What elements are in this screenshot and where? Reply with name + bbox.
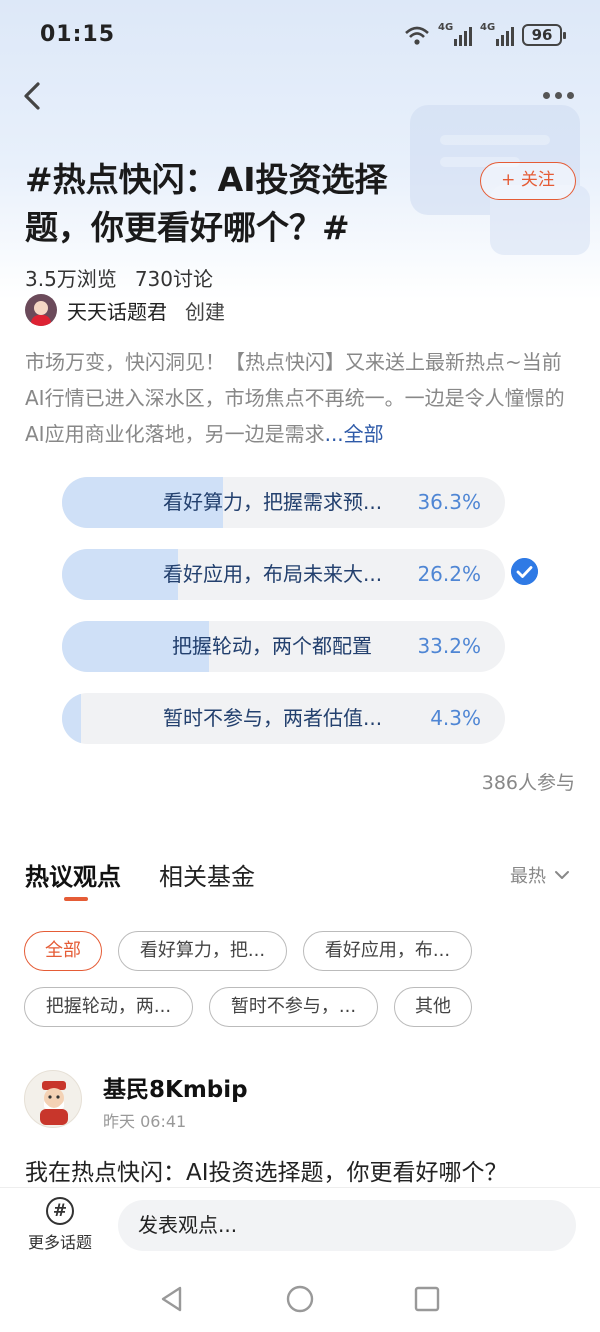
poll-option-label: 把握轮动，两个都配置 bbox=[172, 634, 372, 658]
poll-option[interactable]: 看好算力，把握需求预... 36.3% bbox=[62, 477, 505, 528]
cellular-signal-icon: 4G bbox=[438, 22, 472, 46]
poll-option-percent: 36.3% bbox=[417, 490, 481, 514]
status-bar: 01:15 4G 4G 96 bbox=[0, 0, 600, 72]
system-navigation-bar bbox=[0, 1263, 600, 1332]
wifi-icon bbox=[405, 26, 429, 45]
poll-option[interactable]: 把握轮动，两个都配置 33.2% bbox=[62, 621, 505, 672]
tab-related-funds[interactable]: 相关基金 bbox=[159, 857, 255, 892]
poll-option-label: 看好应用，布局未来大... bbox=[163, 562, 383, 586]
recents-square-icon[interactable] bbox=[413, 1285, 441, 1313]
post-content[interactable]: 我在热点快闪：AI投资选择题，你更看好哪个？ bbox=[25, 1153, 508, 1187]
creator-avatar[interactable] bbox=[25, 294, 57, 326]
poll-option-percent: 26.2% bbox=[417, 562, 481, 586]
poll-option-label: 看好算力，把握需求预... bbox=[163, 490, 383, 514]
filter-chip-other[interactable]: 其他 bbox=[394, 987, 472, 1027]
expand-description-link[interactable]: ...全部 bbox=[325, 422, 384, 446]
participant-count: 386人参与 bbox=[481, 772, 575, 794]
more-topics-button[interactable]: # 更多话题 bbox=[22, 1197, 98, 1253]
description-text: 市场万变，快闪洞见！【热点快闪】又来送上最新热点~当前AI行情已进入深水区，市场… bbox=[25, 350, 565, 446]
poll-fill bbox=[62, 693, 82, 744]
more-topics-label: 更多话题 bbox=[27, 1233, 92, 1252]
filter-chip[interactable]: 看好算力，把... bbox=[118, 931, 287, 971]
sort-dropdown[interactable]: 最热 bbox=[510, 862, 570, 888]
poll-option[interactable]: 看好应用，布局未来大... 26.2% bbox=[62, 549, 505, 600]
cellular-signal-icon-2: 4G bbox=[480, 22, 514, 46]
poll-option-label: 暂时不参与，两者估值... bbox=[163, 706, 383, 730]
poll-fill bbox=[62, 549, 179, 600]
user-avatar[interactable] bbox=[24, 1070, 82, 1128]
post-username[interactable]: 基民8Kmbip bbox=[103, 1070, 248, 1104]
view-count: 3.5万浏览 bbox=[25, 267, 117, 291]
filter-chip[interactable]: 把握轮动，两... bbox=[24, 987, 193, 1027]
poll-option-percent: 4.3% bbox=[430, 706, 481, 730]
active-tab-indicator bbox=[64, 897, 88, 901]
selected-check-icon bbox=[511, 558, 538, 585]
more-options-button[interactable] bbox=[543, 92, 574, 99]
page-title: #热点快闪：AI投资选择题，你更看好哪个？# bbox=[25, 160, 388, 247]
creator-info[interactable]: 天天话题君 创建 bbox=[25, 294, 225, 326]
more-dots-icon bbox=[543, 92, 550, 99]
comment-input[interactable]: 发表观点... bbox=[118, 1200, 576, 1251]
follow-button[interactable]: + 关注 bbox=[480, 162, 576, 200]
battery-icon: 96 bbox=[522, 24, 566, 46]
home-circle-icon[interactable] bbox=[285, 1284, 315, 1314]
filter-chip[interactable]: 暂时不参与，... bbox=[209, 987, 378, 1027]
fortune-god-avatar-icon bbox=[40, 1081, 68, 1125]
clock: 01:15 bbox=[40, 22, 116, 47]
creator-role: 创建 bbox=[185, 299, 225, 324]
discussion-count: 730讨论 bbox=[134, 267, 213, 291]
post-timestamp: 昨天 06:41 bbox=[103, 1112, 187, 1131]
back-triangle-icon[interactable] bbox=[158, 1285, 186, 1313]
back-button[interactable] bbox=[18, 78, 48, 114]
filter-chip[interactable]: 看好应用，布... bbox=[303, 931, 472, 971]
poll-option-percent: 33.2% bbox=[417, 634, 481, 658]
poll-option[interactable]: 暂时不参与，两者估值... 4.3% bbox=[62, 693, 505, 744]
topic-stats: 3.5万浏览 730讨论 bbox=[25, 263, 213, 292]
chevron-down-icon bbox=[555, 871, 569, 879]
filter-chip-all[interactable]: 全部 bbox=[24, 931, 102, 971]
creator-name[interactable]: 天天话题君 bbox=[67, 296, 167, 325]
sort-label: 最热 bbox=[510, 866, 546, 887]
tab-hot-opinions[interactable]: 热议观点 bbox=[25, 857, 121, 892]
hashtag-icon: # bbox=[46, 1197, 74, 1225]
system-icons: 4G 4G 96 bbox=[404, 22, 566, 46]
topic-description: 市场万变，快闪洞见！【热点快闪】又来送上最新热点~当前AI行情已进入深水区，市场… bbox=[25, 344, 580, 452]
